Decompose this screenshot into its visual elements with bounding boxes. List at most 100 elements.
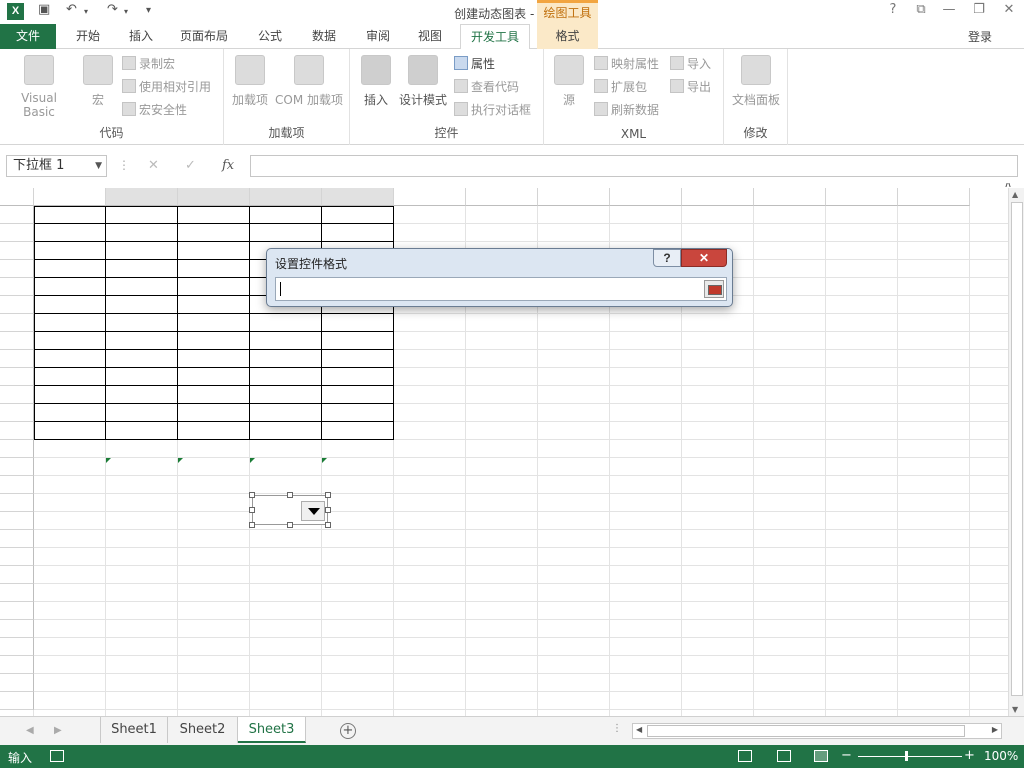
table-cell[interactable] xyxy=(322,314,394,332)
table-cell[interactable] xyxy=(322,224,394,242)
table-cell[interactable] xyxy=(250,422,322,440)
table-cell[interactable] xyxy=(322,386,394,404)
table-cell[interactable] xyxy=(34,404,106,422)
view-code-button[interactable]: 查看代码 xyxy=(454,78,519,95)
map-properties-button[interactable]: 映射属性 xyxy=(594,55,659,72)
table-cell[interactable] xyxy=(250,332,322,350)
column-header-g[interactable] xyxy=(466,188,538,206)
table-cell[interactable] xyxy=(322,368,394,386)
select-all-corner[interactable] xyxy=(0,188,34,206)
close-window-button[interactable]: ✕ xyxy=(998,2,1020,17)
table-cell[interactable] xyxy=(178,332,250,350)
column-header-j[interactable] xyxy=(682,188,754,206)
table-cell[interactable] xyxy=(250,314,322,332)
help-button[interactable]: ? xyxy=(882,2,904,17)
table-header-cell[interactable] xyxy=(106,206,178,224)
table-cell[interactable] xyxy=(322,350,394,368)
column-header-k[interactable] xyxy=(754,188,826,206)
ribbon-display-options-icon[interactable]: ⧉ xyxy=(910,2,932,17)
row-header-12[interactable] xyxy=(0,404,34,422)
macro-security-button[interactable]: 宏安全性 xyxy=(122,101,187,118)
table-cell[interactable] xyxy=(34,350,106,368)
row-header-27[interactable] xyxy=(0,674,34,692)
table-cell[interactable] xyxy=(106,224,178,242)
row-header-14[interactable] xyxy=(0,440,34,458)
vertical-scrollbar[interactable]: ▲ ▼ xyxy=(1008,188,1024,716)
column-header-i[interactable] xyxy=(610,188,682,206)
table-cell[interactable] xyxy=(34,242,106,260)
row-header-3[interactable] xyxy=(0,242,34,260)
row-header-13[interactable] xyxy=(0,422,34,440)
row-header-17[interactable] xyxy=(0,494,34,512)
table-cell[interactable] xyxy=(178,422,250,440)
table-header-cell[interactable] xyxy=(178,206,250,224)
table-cell[interactable] xyxy=(106,296,178,314)
table-cell[interactable] xyxy=(106,368,178,386)
table-cell[interactable] xyxy=(106,278,178,296)
relative-references-button[interactable]: 使用相对引用 xyxy=(122,78,211,95)
tab-split-handle-icon[interactable]: ⋮ xyxy=(612,723,622,734)
table-cell[interactable] xyxy=(178,224,250,242)
horizontal-scrollbar[interactable]: ◀ ▶ xyxy=(632,723,1002,739)
tab-file[interactable]: 文件 xyxy=(0,24,56,49)
minimize-button[interactable]: — xyxy=(938,2,960,17)
page-break-preview-icon[interactable] xyxy=(814,750,828,762)
sheet-tab-sheet2[interactable]: Sheet2 xyxy=(168,717,238,743)
table-cell[interactable] xyxy=(178,350,250,368)
table-cell[interactable] xyxy=(106,350,178,368)
addins-button[interactable]: 加载项 xyxy=(230,55,270,108)
column-header-h[interactable] xyxy=(538,188,610,206)
table-cell[interactable] xyxy=(34,386,106,404)
table-cell[interactable] xyxy=(34,332,106,350)
lookup-result-cell[interactable] xyxy=(322,458,394,476)
combo-dropdown-arrow-icon[interactable] xyxy=(301,501,325,521)
column-header-l[interactable] xyxy=(826,188,898,206)
record-macro-button[interactable]: 录制宏 xyxy=(122,55,175,72)
document-panel-button[interactable]: 文档面板 xyxy=(728,55,784,108)
xml-export-button[interactable]: 导出 xyxy=(670,78,711,95)
resize-handle[interactable] xyxy=(325,522,331,528)
redo-icon[interactable]: ↷ xyxy=(107,2,118,17)
row-header-26[interactable] xyxy=(0,656,34,674)
table-cell[interactable] xyxy=(322,332,394,350)
table-cell[interactable] xyxy=(178,242,250,260)
tab-home[interactable]: 开始 xyxy=(64,24,112,49)
undo-dropdown-icon[interactable]: ▾ xyxy=(84,7,88,16)
row-header-23[interactable] xyxy=(0,602,34,620)
row-header-16[interactable] xyxy=(0,476,34,494)
scroll-down-icon[interactable]: ▼ xyxy=(1012,705,1018,714)
xml-source-button[interactable]: 源 xyxy=(552,55,586,108)
table-cell[interactable] xyxy=(34,422,106,440)
sheet-tab-sheet3[interactable]: Sheet3 xyxy=(238,717,306,743)
insert-function-icon[interactable]: fx xyxy=(222,158,234,173)
table-cell[interactable] xyxy=(178,314,250,332)
lookup-result-cell[interactable] xyxy=(178,458,250,476)
tab-insert[interactable]: 插入 xyxy=(118,24,164,49)
expansion-packs-button[interactable]: 扩展包 xyxy=(594,78,647,95)
com-addins-button[interactable]: COM 加载项 xyxy=(272,55,346,108)
zoom-level[interactable]: 100% xyxy=(984,749,1018,763)
column-header-a[interactable] xyxy=(34,188,106,206)
run-dialog-button[interactable]: 执行对话框 xyxy=(454,101,531,118)
table-cell[interactable] xyxy=(178,386,250,404)
range-picker-icon[interactable] xyxy=(704,280,724,298)
tab-format[interactable]: 格式 xyxy=(537,24,598,49)
scroll-sheets-right-icon[interactable]: ▶ xyxy=(54,725,62,736)
page-layout-view-icon[interactable] xyxy=(777,750,791,762)
scroll-right-icon[interactable]: ▶ xyxy=(992,725,998,734)
row-header-21[interactable] xyxy=(0,566,34,584)
cancel-icon[interactable]: ✕ xyxy=(148,158,159,173)
row-header-28[interactable] xyxy=(0,692,34,710)
zoom-out-icon[interactable]: − xyxy=(841,748,852,763)
enter-icon[interactable]: ✓ xyxy=(185,158,196,173)
table-cell[interactable] xyxy=(322,422,394,440)
column-header-b[interactable] xyxy=(106,188,178,206)
resize-handle[interactable] xyxy=(249,492,255,498)
table-cell[interactable] xyxy=(322,404,394,422)
table-cell[interactable] xyxy=(106,386,178,404)
normal-view-icon[interactable] xyxy=(738,750,752,762)
table-cell[interactable] xyxy=(250,404,322,422)
row-header-6[interactable] xyxy=(0,296,34,314)
table-cell[interactable] xyxy=(250,224,322,242)
undo-icon[interactable]: ↶ xyxy=(66,2,77,17)
